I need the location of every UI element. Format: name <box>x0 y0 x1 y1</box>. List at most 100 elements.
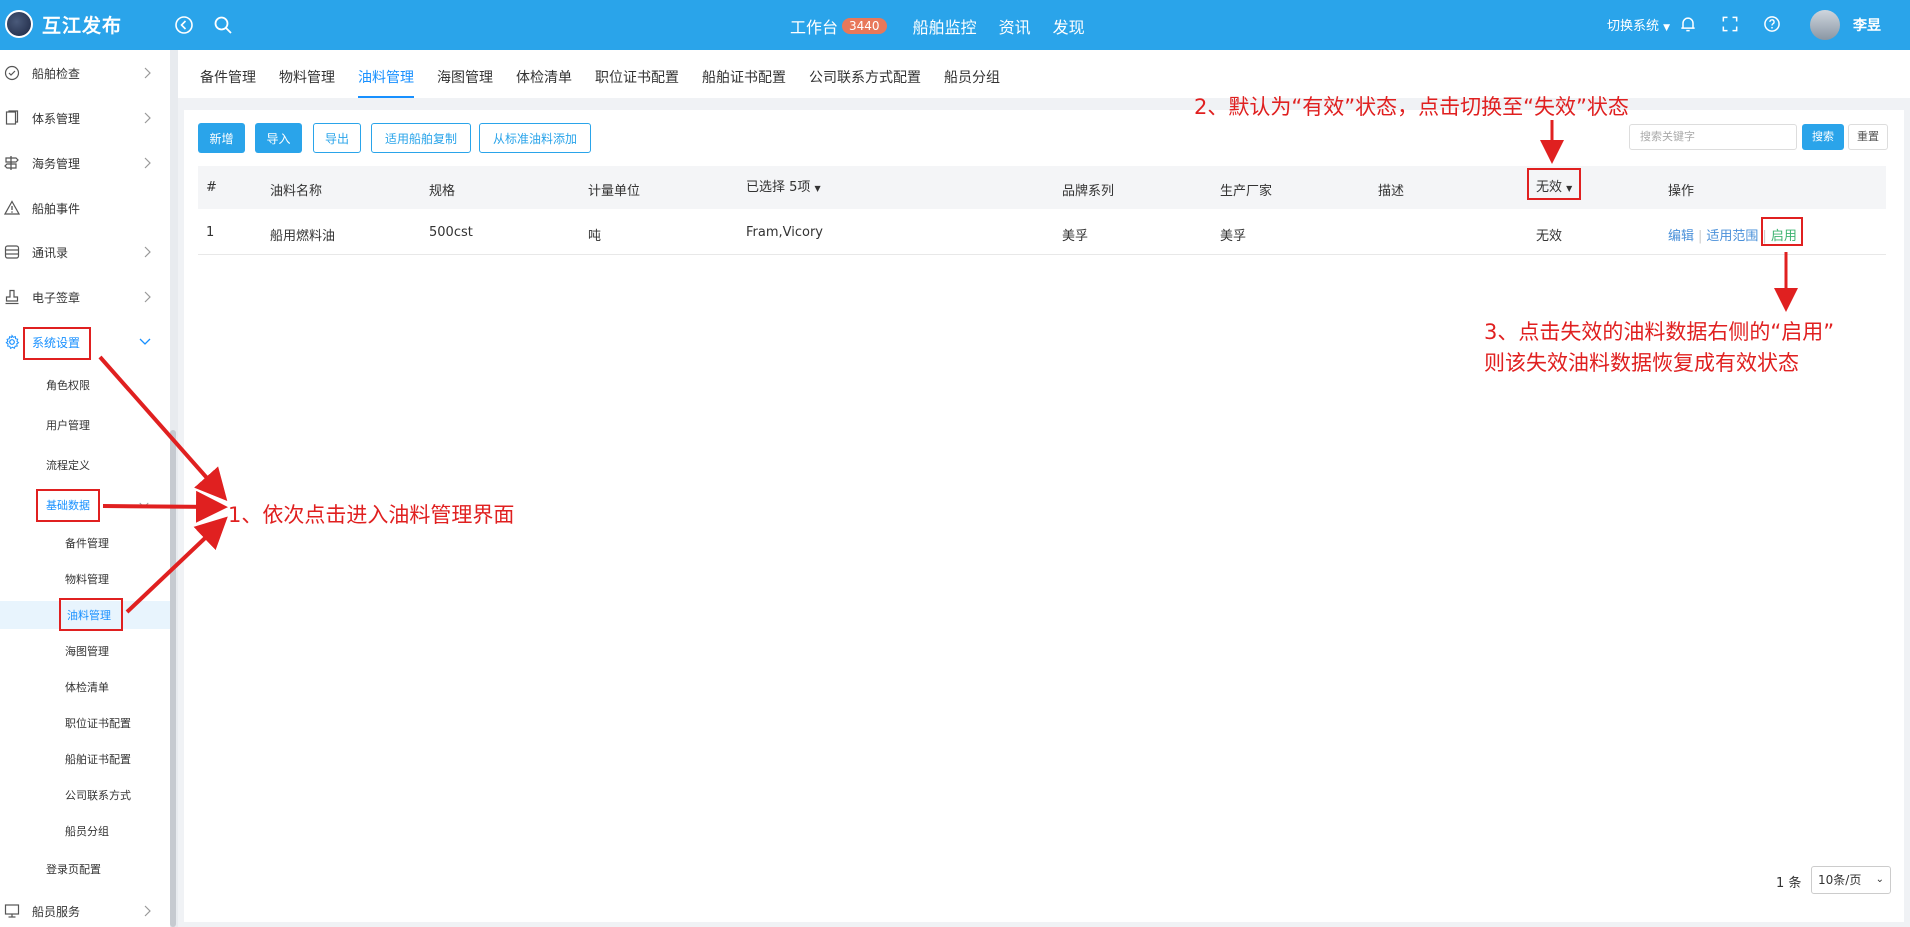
edit-link[interactable]: 编辑 <box>1668 229 1694 244</box>
nav-ship-monitor[interactable]: 船舶监控 <box>913 14 977 38</box>
fullscreen-icon[interactable] <box>1720 14 1740 34</box>
avatar[interactable] <box>1810 10 1840 40</box>
header-selected-label: 已选择 5项 <box>746 180 811 195</box>
sidebar-item-contacts[interactable]: 通讯录 <box>0 237 170 267</box>
export-button[interactable]: 导出 <box>313 123 361 153</box>
tab-charts[interactable]: 海图管理 <box>437 50 493 98</box>
sidebar-item-ship-events[interactable]: 船舶事件 <box>0 193 170 223</box>
cell-maker: 美孚 <box>1220 229 1247 244</box>
app-logo[interactable]: 互江发布 <box>5 10 122 38</box>
user-name[interactable]: 李昱 <box>1853 15 1881 35</box>
sidebar-scrollbar-thumb[interactable] <box>170 430 176 927</box>
sidebar-item-label: 通讯录 <box>32 245 69 260</box>
import-button[interactable]: 导入 <box>255 123 302 153</box>
sidebar-item-crew-service[interactable]: 船员服务 <box>0 896 170 926</box>
tab-materials[interactable]: 物料管理 <box>279 50 335 98</box>
sidebar-sub-label: 船舶证书配置 <box>65 753 131 766</box>
caret-down-icon: ▼ <box>814 184 821 193</box>
tab-medical-checklist[interactable]: 体检清单 <box>516 50 572 98</box>
sidebar-sub-label: 船员分组 <box>65 825 109 838</box>
annotation-step-3-line-1: 3、点击失效的油料数据右侧的“启用” <box>1484 320 1835 344</box>
header-selected-filter[interactable]: 已选择 5项 ▼ <box>746 176 821 195</box>
sidebar-item-label: 船员服务 <box>32 904 81 919</box>
search-button[interactable]: 搜索 <box>1802 124 1844 150</box>
header-ops: 操作 <box>1668 184 1695 199</box>
signpost-icon <box>4 156 19 170</box>
sidebar-sub-label: 公司联系方式 <box>65 789 131 802</box>
copy-ship-button[interactable]: 适用船舶复制 <box>371 123 471 153</box>
table-header: # 油料名称 规格 计量单位 已选择 5项 ▼ 品牌系列 生产厂家 描述 无效 … <box>198 166 1886 209</box>
sidebar-sub-position-certificates[interactable]: 职位证书配置 <box>0 709 170 737</box>
reset-button[interactable]: 重置 <box>1848 124 1888 150</box>
sidebar-sub-crew-groups[interactable]: 船员分组 <box>0 817 170 845</box>
sidebar-sub-ship-certificates[interactable]: 船舶证书配置 <box>0 745 170 773</box>
cell-spec: 500cst <box>429 225 473 240</box>
chevron-down-icon: ⌄ <box>1875 874 1884 885</box>
sidebar-sub-label: 体检清单 <box>65 681 109 694</box>
sidebar-item-e-signature[interactable]: 电子签章 <box>0 282 170 312</box>
sidebar-sub-process-definition[interactable]: 流程定义 <box>0 451 170 479</box>
sidebar-item-system-management[interactable]: 体系管理 <box>0 103 170 133</box>
tab-ship-certificates[interactable]: 船舶证书配置 <box>702 50 786 98</box>
page-size-select[interactable]: 10条/页 ⌄ <box>1811 866 1891 894</box>
cell-brand: 美孚 <box>1062 229 1089 244</box>
add-button[interactable]: 新增 <box>198 123 245 153</box>
sidebar-sub-spare-parts[interactable]: 备件管理 <box>0 529 170 557</box>
gear-icon <box>5 334 20 350</box>
back-circle-icon[interactable] <box>172 13 196 37</box>
search-input[interactable]: 搜索关键字 <box>1629 124 1797 150</box>
sidebar-sub-materials[interactable]: 物料管理 <box>0 565 170 593</box>
sidebar-sub-label: 物料管理 <box>65 573 109 586</box>
nav-discover[interactable]: 发现 <box>1053 14 1085 38</box>
header-desc: 描述 <box>1378 184 1405 199</box>
sidebar-item-ship-inspection[interactable]: 船舶检查 <box>0 58 170 88</box>
highlight-basic-data <box>36 489 100 522</box>
sidebar-sub-label: 海图管理 <box>65 645 109 658</box>
sidebar-sub-label: 角色权限 <box>46 379 90 392</box>
sidebar-sub-company-contacts[interactable]: 公司联系方式 <box>0 781 170 809</box>
cell-name: 船用燃料油 <box>270 229 336 244</box>
annotation-step-3-line-2: 则该失效油料数据恢复成有效状态 <box>1484 351 1799 375</box>
cell-unit: 吨 <box>588 229 602 244</box>
scope-link[interactable]: 适用范围 <box>1706 229 1758 244</box>
tab-position-certificates[interactable]: 职位证书配置 <box>595 50 679 98</box>
nav-news[interactable]: 资讯 <box>999 14 1031 38</box>
cell-selected: Fram,Vicory <box>746 225 823 240</box>
help-icon[interactable] <box>1762 14 1782 34</box>
bell-icon[interactable] <box>1678 14 1698 34</box>
chevron-right-icon <box>144 905 151 917</box>
tab-bar: 备件管理 物料管理 油料管理 海图管理 体检清单 职位证书配置 船舶证书配置 公… <box>178 50 1910 98</box>
nav-workbench[interactable]: 工作台 <box>790 14 838 38</box>
sidebar-sub-login-page-config[interactable]: 登录页配置 <box>0 855 170 883</box>
add-from-standard-button[interactable]: 从标准油料添加 <box>479 123 591 153</box>
sidebar-item-marine-affairs[interactable]: 海务管理 <box>0 148 170 178</box>
chevron-right-icon <box>144 291 151 303</box>
chevron-right-icon <box>144 157 151 169</box>
workbench-badge: 3440 <box>842 18 887 34</box>
tab-company-contacts[interactable]: 公司联系方式配置 <box>809 50 921 98</box>
search-icon[interactable] <box>211 13 235 37</box>
sidebar-sub-charts[interactable]: 海图管理 <box>0 637 170 665</box>
sidebar-sub-role-permissions[interactable]: 角色权限 <box>0 371 170 399</box>
tab-spare-parts[interactable]: 备件管理 <box>200 50 256 98</box>
highlight-enable-link <box>1761 217 1803 246</box>
app-title: 互江发布 <box>42 14 123 37</box>
header-unit: 计量单位 <box>588 184 641 199</box>
logo-badge-icon <box>5 10 33 38</box>
annotation-step-1: 1、依次点击进入油料管理界面 <box>228 503 515 527</box>
tab-oil-management[interactable]: 油料管理 <box>358 50 414 98</box>
sidebar-sub-user-management[interactable]: 用户管理 <box>0 411 170 439</box>
sidebar-sub-medical-checklist[interactable]: 体检清单 <box>0 673 170 701</box>
chevron-right-icon <box>144 246 151 258</box>
sidebar-sub-label: 流程定义 <box>46 459 90 472</box>
header-maker: 生产厂家 <box>1220 184 1273 199</box>
top-nav: 工作台 3440 船舶监控 资讯 发现 <box>790 14 1107 38</box>
warning-icon <box>4 200 20 215</box>
sidebar-item-label: 船舶事件 <box>32 201 81 216</box>
chevron-down-icon <box>139 338 151 345</box>
switch-system-dropdown[interactable]: 切换系统 ▼ <box>1607 15 1670 34</box>
sidebar-item-label: 体系管理 <box>32 111 81 126</box>
tab-crew-groups[interactable]: 船员分组 <box>944 50 1000 98</box>
sidebar-sub-label: 用户管理 <box>46 419 90 432</box>
monitor-icon <box>4 904 20 918</box>
